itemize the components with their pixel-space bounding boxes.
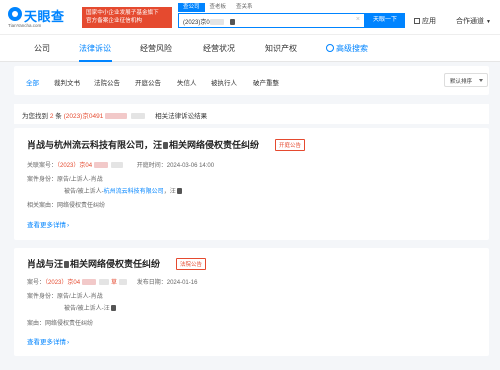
filter-court-notice[interactable]: 法院公告	[94, 77, 120, 87]
search-tab-relation[interactable]: 查关系	[231, 3, 258, 12]
status-badge: 法院公告	[176, 258, 207, 270]
company-link[interactable]: 杭州流云科技有限公司	[104, 189, 164, 195]
apps-menu[interactable]: 应用	[414, 16, 436, 26]
nav-ip[interactable]: 知识产权	[265, 43, 297, 54]
promo-line-1: 国家中小企业发展子基金旗下	[86, 10, 159, 16]
filter-judgments[interactable]: 裁判文书	[54, 77, 80, 87]
party-role-row: 案件身份：原告/上诉人-肖战	[27, 294, 103, 300]
case-title[interactable]: 肖战与汪 相关网络侵权责任纠纷	[27, 257, 160, 270]
case-reason-row: 案由：网络侵权责任纠纷	[27, 321, 94, 327]
case-number-row: 关联案号：（2023）京04 开庭时间：2024-03-06 14:00	[27, 162, 215, 169]
sort-select[interactable]: 默认排序	[444, 73, 488, 87]
case-number-row: 案号：（2023）京04 草 发布日期：2024-01-16	[27, 279, 198, 286]
main-nav: 公司 法律诉讼 经营风险 经营状况 知识产权 高级搜索	[0, 34, 500, 62]
result-card[interactable]: 肖战与汪 相关网络侵权责任纠纷 法院公告 案号：（2023）京04 草 发布日期：2…	[14, 248, 489, 356]
view-more-link[interactable]: 查看更多详情›	[27, 336, 69, 346]
view-more-link[interactable]: 查看更多详情›	[27, 219, 69, 229]
cooperation-menu[interactable]: 合作通道 ▼	[456, 16, 491, 26]
search-input[interactable]: (2023)京0 ×	[178, 13, 365, 28]
search-type-tabs: 查公司 查老板 查关系	[178, 3, 258, 12]
nav-status[interactable]: 经营状况	[203, 43, 235, 54]
party-role-row-2: 被告/被上诉人-杭州流云科技有限公司，汪	[64, 186, 182, 195]
search-input-value: (2023)京0	[183, 17, 235, 26]
search-button[interactable]: 天眼一下	[365, 13, 405, 28]
nav-advanced-search[interactable]: 高级搜索	[326, 43, 368, 54]
filter-executed[interactable]: 被执行人	[211, 77, 237, 87]
filter-all[interactable]: 全部	[26, 77, 39, 87]
promo-banner[interactable]: 国家中小企业发展子基金旗下 官方备案企业征信机构	[82, 7, 172, 28]
nav-company[interactable]: 公司	[34, 43, 50, 54]
logo-url: TianYancha.com	[8, 23, 42, 28]
clear-icon[interactable]: ×	[356, 16, 360, 23]
chevron-down-icon	[479, 79, 483, 82]
filter-bankruptcy[interactable]: 破产重整	[253, 77, 279, 87]
result-summary: 为您找到 2 条 (2023)京0491 相关法律诉讼结果	[14, 104, 489, 124]
promo-line-2: 官方备案企业征信机构	[86, 18, 142, 24]
case-reason-row: 相关案由：网络侵权责任纠纷	[27, 203, 106, 209]
chevron-down-icon: ▼	[486, 19, 491, 25]
advanced-search-icon	[326, 44, 334, 52]
party-role-row: 案件身份：原告/上诉人-肖战	[27, 177, 103, 183]
chevron-right-icon: ›	[67, 339, 70, 346]
status-badge: 开庭公告	[275, 139, 306, 151]
party-role-row-2: 被告/被上诉人-汪	[64, 303, 116, 312]
chevron-right-icon: ›	[67, 222, 70, 229]
filter-dishonest[interactable]: 失信人	[177, 77, 197, 87]
search-tab-boss[interactable]: 查老板	[205, 3, 232, 12]
grid-icon	[414, 18, 420, 24]
logo-eye-icon	[8, 7, 22, 21]
nav-risk[interactable]: 经营风险	[140, 43, 172, 54]
nav-active-indicator	[79, 60, 112, 62]
site-logo[interactable]: 天眼查 TianYancha.com	[8, 6, 72, 30]
search-tab-company[interactable]: 查公司	[178, 3, 205, 12]
filter-bar: 全部 裁判文书 法院公告 开庭公告 失信人 被执行人 破产重整 默认排序	[14, 66, 489, 95]
case-title[interactable]: 肖战与杭州流云科技有限公司，汪 相关网络侵权责任纠纷	[27, 138, 259, 151]
top-header: 天眼查 TianYancha.com 国家中小企业发展子基金旗下 官方备案企业征…	[0, 0, 500, 34]
result-card[interactable]: 肖战与杭州流云科技有限公司，汪 相关网络侵权责任纠纷 开庭公告 关联案号：（202…	[14, 128, 489, 240]
nav-legal[interactable]: 法律诉讼	[79, 43, 111, 54]
filter-hearing-notice[interactable]: 开庭公告	[135, 77, 161, 87]
